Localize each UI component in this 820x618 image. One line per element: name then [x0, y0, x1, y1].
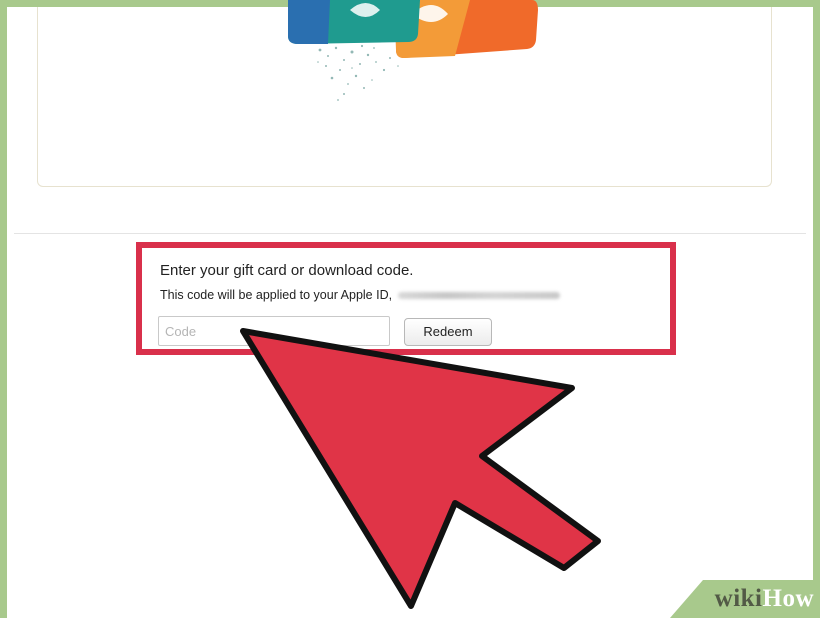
redeem-heading: Enter your gift card or download code. [160, 262, 414, 279]
watermark-wiki: wiki [714, 585, 763, 612]
watermark-how: How [762, 585, 814, 612]
apple-id-notice: This code will be applied to your Apple … [160, 288, 393, 302]
redeem-code-highlight: Enter your gift card or download code. T… [136, 242, 676, 355]
wikihow-watermark: wikiHow [715, 584, 814, 614]
gift-card-panel [37, 7, 772, 187]
code-input[interactable] [158, 316, 390, 346]
redeem-subtext: This code will be applied to your Apple … [160, 288, 561, 302]
redeem-button[interactable]: Redeem [404, 318, 492, 346]
blurred-apple-id [398, 292, 561, 300]
section-divider [14, 233, 806, 234]
